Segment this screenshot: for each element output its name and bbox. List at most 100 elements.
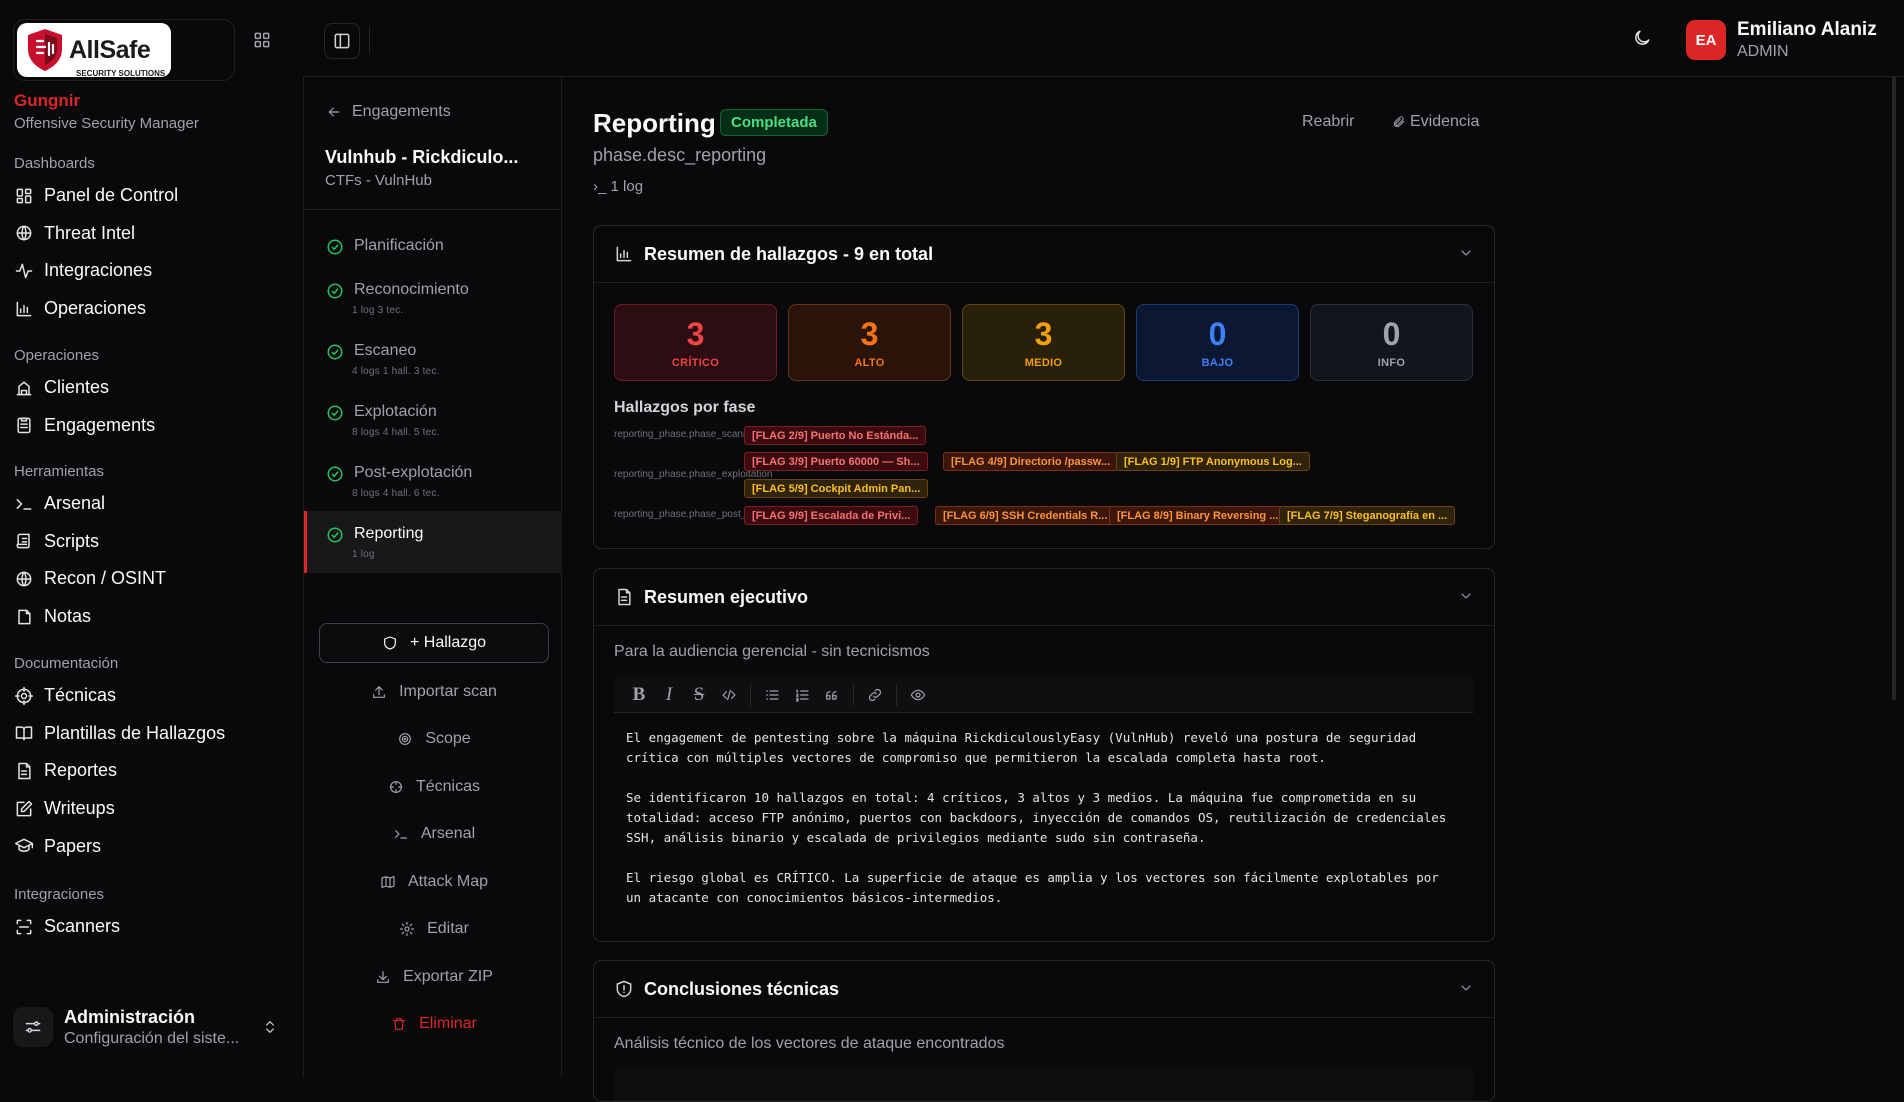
code-button[interactable] [714, 680, 744, 710]
quote-button[interactable] [817, 680, 847, 710]
import-scan-button[interactable]: Importar scan [319, 668, 549, 716]
toolbar-divider [750, 683, 751, 706]
clipboard-icon [17, 417, 31, 434]
edit-button[interactable]: Editar [319, 906, 549, 954]
ordered-list-button[interactable] [787, 680, 817, 710]
phase-log-link[interactable]: ›_ 1 log [593, 178, 643, 195]
italic-button[interactable]: I [654, 680, 684, 710]
check-circle-icon [327, 405, 343, 421]
phase-name: Reconocimiento [354, 281, 469, 298]
card-header[interactable]: Conclusiones técnicas [594, 961, 1494, 1018]
terminal-icon [394, 830, 407, 839]
theme-toggle-button[interactable] [1632, 28, 1652, 48]
sidebar-item-plantillas[interactable]: Plantillas de Hallazgos [14, 715, 294, 753]
techniques-button[interactable]: Técnicas [319, 763, 549, 811]
button-label: Attack Map [407, 872, 489, 890]
phase-item-reporting[interactable]: Reporting 1 log [304, 511, 562, 573]
sidebar-item-reportes[interactable]: Reportes [14, 752, 294, 790]
file-icon [18, 762, 31, 780]
sidebar-item-scanners[interactable]: Scanners [14, 908, 294, 946]
finding-tag[interactable]: [FLAG 3/9] Puerto 60000 — Sh... [744, 452, 928, 471]
page-title: Reporting [593, 108, 716, 138]
finding-tag[interactable]: [FLAG 8/9] Binary Reversing ... [1109, 506, 1287, 525]
engagement-actions: + Hallazgo Importar scan Scope Técnicas … [319, 623, 549, 1048]
grid-icon [254, 32, 270, 48]
sidebar-item-scripts[interactable]: Scripts [14, 523, 294, 561]
page-scrollbar[interactable] [1892, 76, 1896, 700]
sidebar-item-arsenal[interactable]: Arsenal [14, 485, 294, 523]
finding-tag[interactable]: [FLAG 6/9] SSH Credentials R... [935, 506, 1116, 525]
severity-critical: 3 CRÍTICO [614, 304, 777, 381]
bullet-list-button[interactable] [757, 680, 787, 710]
add-finding-button[interactable]: + Hallazgo [319, 623, 549, 663]
nav-heading: Documentación [14, 655, 119, 672]
sidebar-item-threat-intel[interactable]: Threat Intel [14, 215, 294, 253]
sidebar-item-engagements[interactable]: Engagements [14, 407, 294, 445]
sidebar-item-writeups[interactable]: Writeups [14, 790, 294, 828]
severity-count: 0 [1208, 316, 1227, 352]
sidebar-item-label: Writeups [44, 798, 115, 819]
apps-grid-button[interactable] [252, 30, 272, 50]
phase-meta: 8 logs 4 hall. 5 tec. [352, 427, 440, 438]
button-label: Arsenal [420, 825, 476, 843]
card-header[interactable]: Resumen ejecutivo [594, 569, 1494, 626]
user-role: ADMIN [1737, 43, 1789, 60]
sidebar-item-label: Técnicas [44, 685, 117, 706]
phase-item-escaneo[interactable]: Escaneo 4 logs 1 hall. 3 tec. [304, 337, 562, 395]
back-to-engagements-link[interactable]: Engagements [326, 103, 451, 121]
reopen-button[interactable]: Reabrir [1302, 113, 1354, 131]
sidebar-item-recon-osint[interactable]: Recon / OSINT [14, 560, 294, 598]
finding-tag[interactable]: [FLAG 9/9] Escalada de Privi... [744, 506, 919, 525]
sidebar-item-operaciones[interactable]: Operaciones [14, 290, 294, 328]
card-header[interactable]: Resumen de hallazgos - 9 en total [594, 226, 1494, 283]
executive-summary-editor[interactable]: El engagement de pentesting sobre la máq… [614, 728, 1473, 928]
sidebar-item-papers[interactable]: Papers [14, 827, 294, 865]
evidence-button[interactable]: Evidencia [1392, 113, 1479, 131]
sidebar-item-clientes[interactable]: Clientes [14, 369, 294, 407]
moon-icon [1635, 30, 1650, 45]
sidebar-item-label: Papers [44, 835, 102, 856]
finding-tag[interactable]: [FLAG 4/9] Directorio /passw... [943, 452, 1119, 471]
target-icon [399, 733, 412, 746]
sidebar-item-integraciones[interactable]: Integraciones [14, 252, 294, 290]
preview-button[interactable] [903, 680, 933, 710]
admin-menu[interactable]: Administración Configuración del siste..… [13, 1002, 278, 1052]
sidebar-item-notas[interactable]: Notas [14, 598, 294, 636]
finding-tag[interactable]: [FLAG 2/9] Puerto No Estánda... [744, 426, 927, 445]
sidebar-toggle-button[interactable] [324, 23, 360, 59]
workspace-switcher[interactable]: AllSafe SECURITY SOLUTIONS [13, 19, 235, 81]
sidebar-item-label: Operaciones [44, 298, 147, 319]
severity-label: MEDIO [1024, 357, 1063, 369]
sidebar: AllSafe SECURITY SOLUTIONS Gungnir Offen… [0, 0, 303, 1077]
phase-item-explotacion[interactable]: Explotación 8 logs 4 hall. 5 tec. [304, 398, 562, 456]
phase-row-label: reporting_phase.phase_scanning [614, 429, 762, 440]
toolbar-divider [369, 27, 370, 53]
severity-label: INFO [1377, 357, 1406, 369]
sidebar-item-panel-de-control[interactable]: Panel de Control [14, 177, 294, 215]
user-name[interactable]: Emiliano Alaniz [1737, 19, 1877, 41]
paperclip-icon [1393, 116, 1405, 128]
delete-button[interactable]: Eliminar [319, 1001, 549, 1049]
divider [304, 209, 562, 210]
engagement-title: Vulnhub - Rickdiculo... [325, 147, 519, 167]
avatar[interactable]: EA [1686, 20, 1726, 60]
finding-tag[interactable]: [FLAG 7/9] Steganografía en ... [1279, 506, 1456, 525]
strikethrough-button[interactable]: S [684, 680, 714, 710]
arsenal-button[interactable]: Arsenal [319, 811, 549, 859]
bold-button[interactable]: B [624, 680, 654, 710]
scope-button[interactable]: Scope [319, 716, 549, 764]
sidebar-item-label: Panel de Control [44, 185, 179, 206]
chart-icon [16, 301, 32, 316]
phase-item-post-explotacion[interactable]: Post-explotación 8 logs 4 hall. 6 tec. [304, 459, 562, 517]
finding-tag[interactable]: [FLAG 5/9] Cockpit Admin Pan... [744, 479, 929, 498]
link-button[interactable] [860, 680, 890, 710]
code-icon [722, 689, 736, 700]
severity-info: 0 INFO [1310, 304, 1473, 381]
sidebar-item-tecnicas[interactable]: Técnicas [14, 677, 294, 715]
finding-tag[interactable]: [FLAG 1/9] FTP Anonymous Log... [1116, 452, 1310, 471]
check-circle-icon [327, 527, 343, 543]
phase-item-reconocimiento[interactable]: Reconocimiento 1 log 3 tec. [304, 276, 562, 334]
shield-icon [384, 636, 396, 650]
export-zip-button[interactable]: Exportar ZIP [319, 953, 549, 1001]
attack-map-button[interactable]: Attack Map [319, 858, 549, 906]
